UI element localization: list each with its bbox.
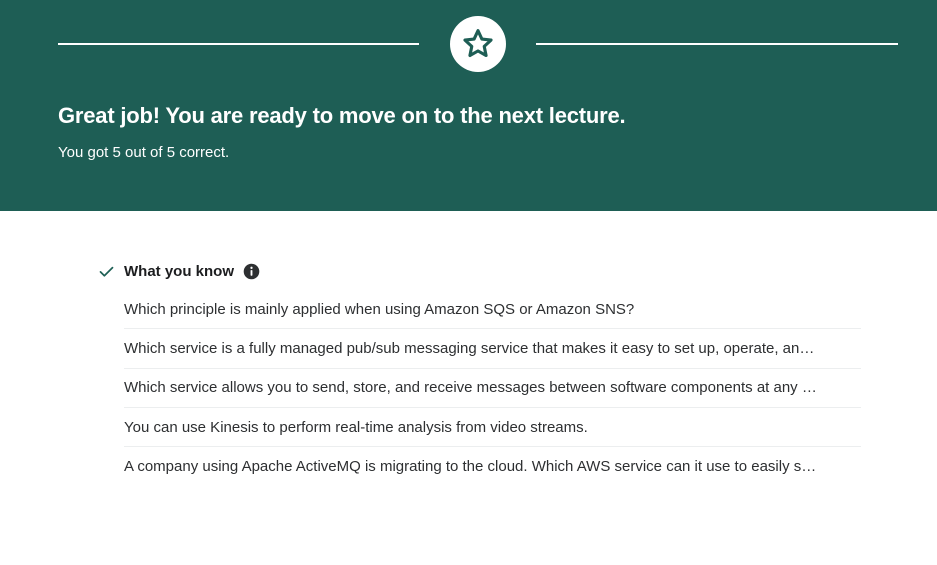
question-text: Which service is a fully managed pub/sub… bbox=[124, 339, 815, 357]
info-icon[interactable] bbox=[243, 263, 260, 280]
score-text: You got 5 out of 5 correct. bbox=[58, 144, 230, 161]
question-item[interactable]: A company using Apache ActiveMQ is migra… bbox=[124, 447, 861, 486]
star-icon bbox=[463, 29, 493, 58]
question-item[interactable]: Which service is a fully managed pub/sub… bbox=[124, 329, 861, 369]
question-list: Which principle is mainly applied when u… bbox=[124, 290, 861, 486]
result-headline: Great job! You are ready to move on to t… bbox=[58, 103, 626, 128]
result-banner: Great job! You are ready to move on to t… bbox=[0, 0, 937, 211]
question-text: Which principle is mainly applied when u… bbox=[124, 300, 635, 318]
question-item[interactable]: Which service allows you to send, store,… bbox=[124, 369, 861, 408]
question-item[interactable]: You can use Kinesis to perform real-time… bbox=[124, 408, 861, 448]
divider-right bbox=[536, 43, 898, 45]
question-text: Which service allows you to send, store,… bbox=[124, 379, 817, 397]
check-icon bbox=[98, 263, 115, 280]
question-text: You can use Kinesis to perform real-time… bbox=[124, 418, 588, 436]
divider-left bbox=[58, 43, 419, 45]
question-text: A company using Apache ActiveMQ is migra… bbox=[124, 458, 817, 476]
what-you-know-header: What you know bbox=[98, 261, 260, 281]
question-item[interactable]: Which principle is mainly applied when u… bbox=[124, 290, 861, 330]
star-badge bbox=[450, 16, 506, 72]
section-title: What you know bbox=[124, 262, 234, 280]
